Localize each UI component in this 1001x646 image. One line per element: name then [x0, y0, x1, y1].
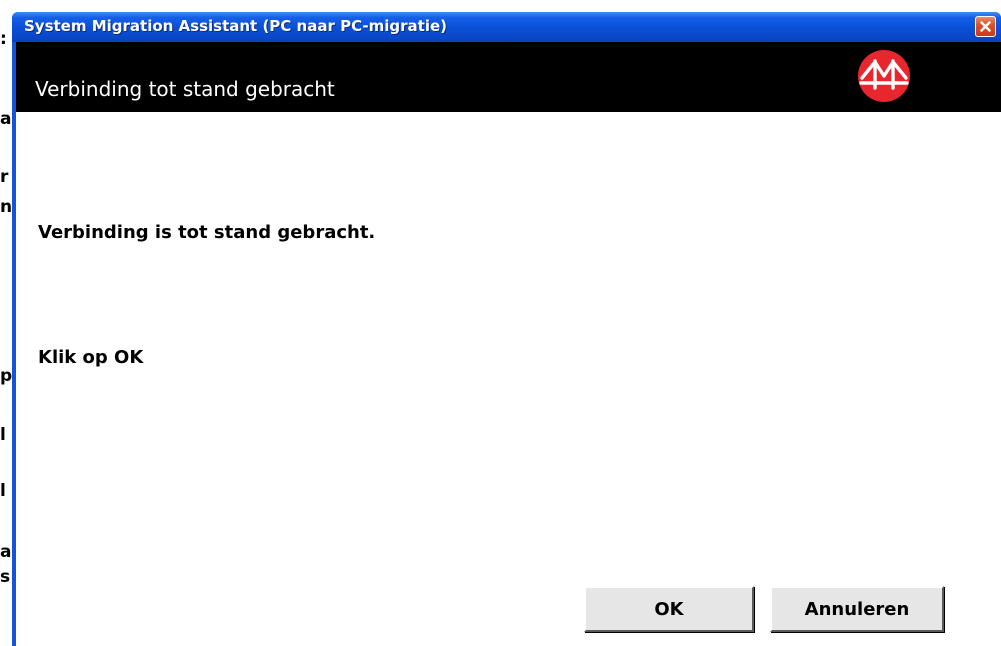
status-message: Verbinding is tot stand gebracht.	[38, 222, 376, 243]
close-icon	[980, 21, 991, 32]
header-banner: Verbinding tot stand gebracht	[16, 42, 1001, 112]
instruction-text: Klik op OK	[38, 347, 144, 368]
close-button[interactable]	[975, 16, 996, 37]
window-title: System Migration Assistant (PC naar PC-m…	[24, 17, 448, 35]
ok-button[interactable]: OK	[584, 586, 754, 632]
content-area: Verbinding is tot stand gebracht. Klik o…	[16, 112, 1001, 646]
cancel-button[interactable]: Annuleren	[770, 586, 944, 632]
migration-dialog: System Migration Assistant (PC naar PC-m…	[12, 12, 1001, 646]
title-bar[interactable]: System Migration Assistant (PC naar PC-m…	[12, 12, 1001, 42]
dialog-body: Verbinding tot stand gebracht Verbinding…	[16, 42, 1001, 646]
banner-title: Verbinding tot stand gebracht	[35, 77, 335, 101]
sma-bridge-logo-icon	[858, 50, 910, 102]
